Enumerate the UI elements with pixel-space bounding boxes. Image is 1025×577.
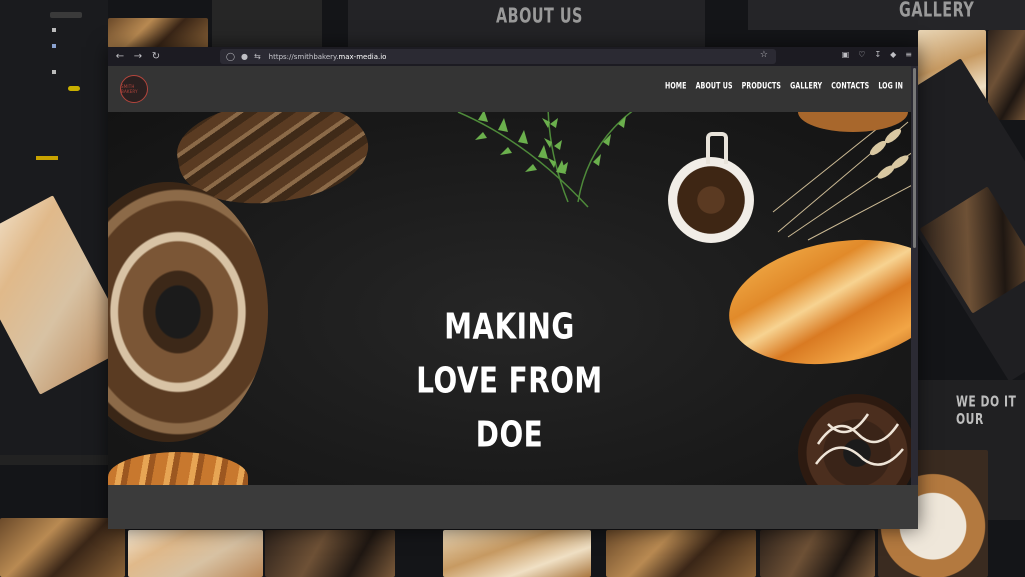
extension-icon[interactable]: ▣ (842, 50, 850, 59)
bg-bottom-tile (606, 530, 756, 577)
hero-line-3: DOE (475, 414, 544, 456)
url-host: max-media.io (338, 52, 387, 61)
site-header: SMITH BAKERY HOME ABOUT US PRODUCTS GALL… (108, 66, 911, 112)
extensions-puzzle-icon[interactable]: ◆ (890, 50, 896, 59)
bg-bread-tile (108, 18, 208, 48)
bg-about-panel: ABOUT US (348, 0, 705, 47)
nav-about-us[interactable]: ABOUT US (696, 81, 733, 91)
back-arrow-icon[interactable]: ← (111, 51, 129, 62)
hero-headline: MAKING LOVE FROM DOE (108, 300, 911, 462)
overflow-menu-icon[interactable]: ≡ (905, 50, 912, 59)
hero-line-2: LOVE FROM (416, 360, 603, 402)
url-prefix: https://smithbakery. (268, 52, 339, 61)
coffee-beans-cup-image (668, 157, 754, 243)
address-bar[interactable]: ◯ ● ⇆ https://smithbakery.max-media.io ☆ (220, 49, 776, 64)
bg-settings-widget (50, 12, 82, 18)
bg-settings-row (52, 70, 56, 74)
bg-settings-toggle (68, 86, 80, 91)
bg-bottom-tile (0, 518, 125, 577)
permissions-icon[interactable]: ⇆ (254, 52, 261, 61)
bg-about-heading: ABOUT US (496, 3, 583, 28)
bookmark-star-icon[interactable]: ☆ (760, 50, 768, 60)
lock-icon: ● (240, 52, 248, 61)
bg-bottom-tile (443, 530, 591, 577)
scrollbar-thumb[interactable] (913, 68, 916, 248)
bg-gallery-heading: GALLERY (899, 0, 975, 22)
logo-text: SMITH BAKERY (121, 84, 138, 94)
pocket-icon[interactable]: ♡ (858, 50, 865, 59)
wheat-icon (772, 112, 911, 241)
nav-home[interactable]: HOME (665, 81, 687, 91)
toolbar-actions: ▣ ♡ ↧ ◆ ≡ (842, 50, 912, 59)
bg-bread-tile (988, 30, 1025, 120)
browser-toolbar: ← → ↻ ◯ ● ⇆ https://smithbakery.max-medi… (108, 47, 918, 66)
fern-leaves-image (438, 112, 658, 212)
nav-gallery[interactable]: GALLERY (790, 81, 822, 91)
bakery-logo[interactable]: SMITH BAKERY (120, 75, 148, 103)
forward-arrow-icon[interactable]: → (129, 51, 147, 62)
bg-settings-row (52, 28, 56, 32)
download-icon[interactable]: ↧ (874, 50, 881, 59)
bg-top-strip (212, 0, 322, 47)
nav-products[interactable]: PRODUCTS (742, 81, 781, 91)
shield-icon[interactable]: ◯ (226, 52, 235, 61)
nav-contacts[interactable]: CONTACTS (831, 81, 869, 91)
bg-bottom-tile (128, 530, 263, 577)
page-below-hero (108, 485, 918, 529)
bg-bottom-tile (265, 530, 395, 577)
hero-line-1: MAKING (444, 306, 575, 348)
main-navigation: HOME ABOUT US PRODUCTS GALLERY CONTACTS … (665, 81, 903, 91)
page-scrollbar[interactable] (911, 66, 918, 485)
cup-handle-image (706, 132, 728, 164)
reload-icon[interactable]: ↻ (147, 51, 165, 62)
bg-bottom-tile (760, 530, 875, 577)
nav-log-in[interactable]: LOG IN (878, 81, 903, 91)
bg-gallery-panel: GALLERY (748, 0, 1025, 30)
bg-side-heading: WE DO IT OUR (956, 392, 1017, 428)
hero-banner: MAKING LOVE FROM DOE (108, 112, 911, 485)
bg-settings-badge (36, 156, 58, 160)
bg-settings-row (52, 44, 56, 48)
browser-window: ← → ↻ ◯ ● ⇆ https://smithbakery.max-medi… (108, 47, 918, 529)
fern-icon (457, 112, 633, 208)
url-text[interactable]: https://smithbakery.max-media.io (269, 53, 387, 61)
bg-dark-strip (0, 455, 108, 465)
wheat-stalks-image (768, 112, 911, 242)
